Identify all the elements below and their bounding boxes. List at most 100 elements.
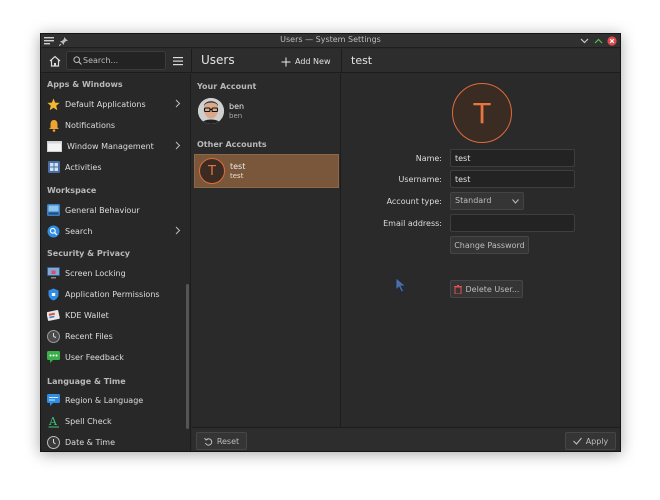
add-new-button[interactable]: Add New (281, 54, 330, 69)
sidebar-item-label: Screen Locking (65, 268, 126, 278)
sidebar-item-date-time[interactable]: Date & Time (43, 433, 183, 451)
sidebar-section-apps-windows: Apps & Windows (47, 80, 123, 89)
delete-user-label: Delete User... (465, 284, 520, 294)
user-display-name: ben (229, 102, 245, 111)
user-row-current[interactable]: ben ben (194, 95, 339, 129)
sidebar-item-recent-files[interactable]: Recent Files (43, 327, 183, 345)
shield-icon (47, 288, 60, 301)
minimize-icon[interactable] (578, 35, 590, 47)
user-row-test[interactable]: T test test (194, 154, 339, 188)
title-bar: Users — System Settings (41, 34, 620, 48)
checkmark-icon (572, 437, 582, 445)
sidebar-item-label: KDE Wallet (65, 310, 109, 320)
user-login-name: test (230, 172, 244, 180)
svg-text:A: A (48, 415, 58, 428)
sidebar-item-screen-locking[interactable]: Screen Locking (43, 264, 183, 282)
other-accounts-heading: Other Accounts (197, 140, 267, 149)
footer-bar: Reset Apply (192, 427, 620, 451)
sidebar-item-label: Recent Files (65, 331, 113, 341)
delete-user-button[interactable]: Delete User... (450, 280, 523, 298)
user-display-name: test (230, 162, 246, 171)
mouse-cursor-icon (395, 277, 407, 293)
sidebar-scrollbar[interactable] (186, 284, 189, 429)
sidebar-item-user-feedback[interactable]: User Feedback (43, 348, 183, 366)
account-type-label: Account type: (386, 197, 442, 206)
clock-icon (47, 329, 60, 343)
apply-button[interactable]: Apply (565, 432, 616, 450)
header-bar: Users Add New test (41, 49, 620, 73)
sidebar-item-label: Activities (65, 162, 102, 172)
sidebar-item-label: Notifications (65, 120, 116, 130)
your-account-heading: Your Account (197, 82, 257, 91)
sidebar: Apps & Windows Default Applications Noti… (41, 74, 191, 451)
window-icon (47, 140, 62, 153)
reset-label: Reset (216, 436, 240, 446)
account-type-value: Standard (455, 196, 492, 205)
wallet-icon (47, 309, 60, 322)
star-icon (47, 98, 60, 111)
sidebar-item-general-behaviour[interactable]: General Behaviour (43, 201, 183, 219)
email-label: Email address: (383, 219, 442, 228)
apply-label: Apply (585, 436, 609, 446)
home-button[interactable] (47, 53, 63, 69)
chevron-right-icon (175, 141, 181, 150)
close-icon[interactable] (606, 35, 618, 47)
sidebar-item-region-language[interactable]: Region & Language (43, 391, 183, 409)
general-behaviour-icon (47, 204, 60, 217)
username-label: Username: (398, 175, 442, 184)
home-icon (49, 55, 61, 67)
sidebar-item-notifications[interactable]: Notifications (43, 116, 183, 134)
plus-icon (281, 57, 291, 66)
sidebar-item-default-applications[interactable]: Default Applications (43, 95, 183, 113)
email-field[interactable] (450, 214, 575, 232)
sidebar-item-label: Default Applications (65, 99, 146, 109)
system-settings-window: Users — System Settings Users Add New te (40, 33, 621, 452)
avatar: T (199, 158, 225, 184)
reset-icon (203, 437, 212, 446)
search-icon (47, 225, 60, 238)
user-avatar-button[interactable]: T (452, 83, 512, 143)
sidebar-item-kde-wallet[interactable]: KDE Wallet (43, 306, 183, 324)
maximize-icon[interactable] (592, 35, 604, 47)
user-details-panel: T Name: Username: Account type: Standard… (342, 74, 620, 427)
header-divider (341, 49, 342, 73)
activities-icon (47, 161, 60, 174)
sidebar-item-activities[interactable]: Activities (43, 158, 183, 176)
add-new-label: Add New (295, 57, 331, 66)
sidebar-item-label: Date & Time (65, 437, 116, 447)
chevron-down-icon (512, 199, 519, 204)
account-type-select[interactable]: Standard (450, 192, 524, 210)
bell-icon (47, 119, 60, 132)
sidebar-item-window-management[interactable]: Window Management (43, 137, 183, 155)
sidebar-item-search[interactable]: Search (43, 222, 183, 240)
screen-lock-icon (47, 267, 60, 280)
sidebar-item-label: User Feedback (65, 352, 124, 362)
window-title: Users — System Settings (280, 35, 381, 44)
users-list-panel: Your Account ben ben Other Accounts T te… (192, 74, 341, 427)
page-title: Users (201, 53, 235, 67)
reset-button[interactable]: Reset (196, 432, 247, 450)
trash-icon (453, 284, 462, 294)
sidebar-item-label: Application Permissions (65, 289, 160, 299)
username-field[interactable] (450, 170, 575, 188)
change-password-label: Change Password (454, 240, 525, 250)
name-field[interactable] (450, 149, 575, 167)
sidebar-item-spell-check[interactable]: A Spell Check (43, 412, 183, 430)
search-icon (73, 56, 82, 65)
sidebar-item-label: Region & Language (65, 395, 144, 405)
spell-check-icon: A (47, 415, 60, 428)
header-divider (191, 49, 192, 73)
sidebar-section-workspace: Workspace (47, 186, 97, 195)
sidebar-item-label: Window Management (67, 141, 154, 151)
change-password-button[interactable]: Change Password (450, 236, 529, 254)
sidebar-section-security-privacy: Security & Privacy (47, 249, 131, 258)
chevron-right-icon (175, 99, 181, 108)
region-icon (47, 394, 60, 407)
avatar (198, 98, 224, 124)
sidebar-item-label: Spell Check (65, 416, 112, 426)
sidebar-item-application-permissions[interactable]: Application Permissions (43, 285, 183, 303)
hamburger-menu-button[interactable] (171, 54, 185, 68)
search-field[interactable] (66, 51, 166, 70)
feedback-icon (47, 351, 60, 364)
search-input[interactable] (83, 53, 163, 68)
